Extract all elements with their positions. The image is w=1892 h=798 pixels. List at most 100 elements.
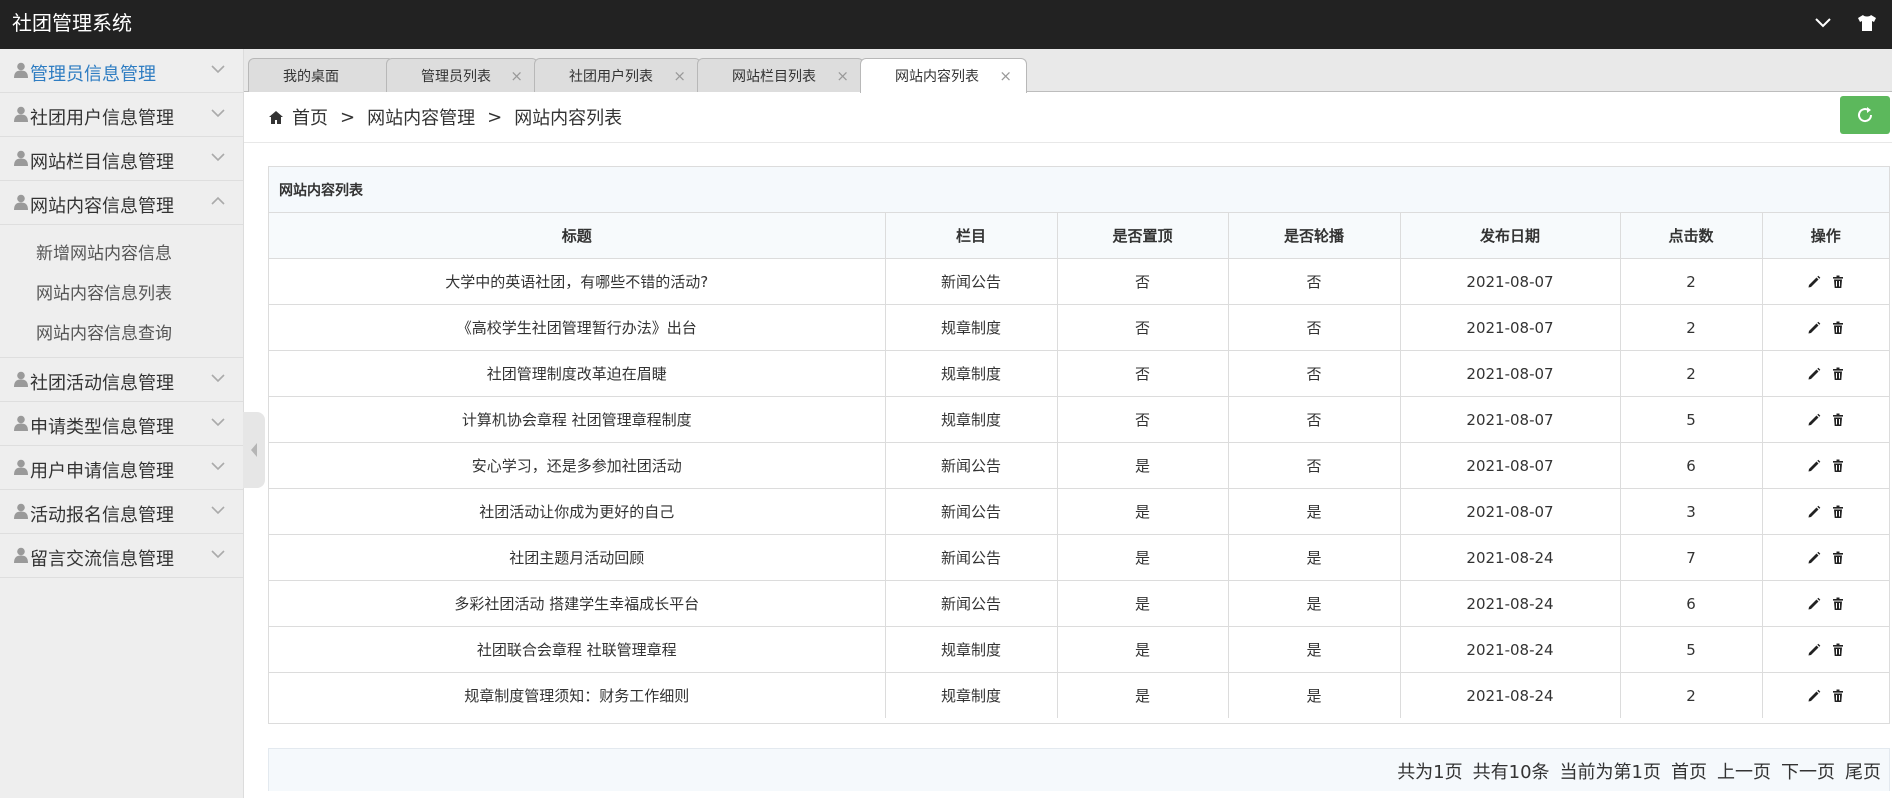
edit-icon[interactable] <box>1807 367 1821 381</box>
table-row: 《高校学生社团管理暂行办法》出台 规章制度否否 2021-08-07 2 <box>269 304 1889 351</box>
sidebar-item[interactable]: 管理员信息管理 <box>0 49 243 93</box>
pager-first-link[interactable]: 首页 <box>1671 758 1707 784</box>
sidebar-item[interactable]: 网站内容信息管理 <box>0 181 243 225</box>
tab[interactable]: 网站栏目列表 × <box>697 58 864 92</box>
sidebar-item-label: 管理员信息管理 <box>30 64 156 85</box>
edit-icon[interactable] <box>1807 459 1821 473</box>
cell-carousel: 是 <box>1228 534 1401 581</box>
tab[interactable]: 社团用户列表 × <box>534 58 701 92</box>
cell-carousel: 是 <box>1228 626 1401 673</box>
sidebar-item[interactable]: 申请类型信息管理 <box>0 402 243 446</box>
sidebar-subitem[interactable]: 新增网站内容信息 <box>0 231 243 271</box>
cell-date: 2021-08-07 <box>1400 258 1621 305</box>
cell-title: 社团活动让你成为更好的自己 <box>269 488 886 535</box>
chevron-down-icon[interactable] <box>1812 12 1834 34</box>
pager-next-link[interactable]: 下一页 <box>1781 758 1835 784</box>
refresh-button[interactable] <box>1840 96 1890 134</box>
edit-icon[interactable] <box>1807 505 1821 519</box>
cell-category: 新闻公告 <box>885 580 1058 627</box>
table-row: 社团活动让你成为更好的自己 新闻公告是是 2021-08-07 3 <box>269 488 1889 535</box>
close-icon[interactable]: × <box>999 67 1012 85</box>
edit-icon[interactable] <box>1807 275 1821 289</box>
delete-icon[interactable] <box>1831 459 1845 473</box>
tab-label: 管理员列表 <box>421 68 491 85</box>
cell-clicks: 2 <box>1620 350 1763 397</box>
sidebar-subitem[interactable]: 网站内容信息查询 <box>0 311 243 351</box>
cell-top: 是 <box>1057 442 1229 489</box>
cell-top: 是 <box>1057 488 1229 535</box>
close-icon[interactable]: × <box>836 67 849 85</box>
sidebar-item[interactable]: 用户申请信息管理 <box>0 446 243 490</box>
pager-total-rows: 共有10条 <box>1472 762 1550 783</box>
sidebar-item[interactable]: 留言交流信息管理 <box>0 534 243 578</box>
sidebar-item-label: 网站内容信息管理 <box>30 196 174 217</box>
edit-icon[interactable] <box>1807 643 1821 657</box>
close-icon[interactable]: × <box>673 67 686 85</box>
shirt-icon[interactable] <box>1856 12 1878 34</box>
cell-category: 规章制度 <box>885 304 1058 351</box>
delete-icon[interactable] <box>1831 413 1845 427</box>
delete-icon[interactable] <box>1831 551 1845 565</box>
sidebar-item-label: 社团用户信息管理 <box>30 108 174 129</box>
chevron-down-icon <box>211 153 225 162</box>
edit-icon[interactable] <box>1807 551 1821 565</box>
cell-date: 2021-08-24 <box>1400 580 1621 627</box>
edit-icon[interactable] <box>1807 413 1821 427</box>
user-icon <box>14 62 28 78</box>
sidebar-subitem[interactable]: 网站内容信息列表 <box>0 271 243 311</box>
breadcrumb-level2: 网站内容列表 <box>514 108 623 129</box>
delete-icon[interactable] <box>1831 689 1845 703</box>
column-header: 是否置顶 <box>1057 213 1229 259</box>
chevron-left-icon <box>251 443 257 457</box>
cell-carousel: 否 <box>1228 396 1401 443</box>
divider <box>244 142 1892 143</box>
tab[interactable]: 网站内容列表 × <box>860 58 1027 93</box>
delete-icon[interactable] <box>1831 367 1845 381</box>
cell-category: 规章制度 <box>885 396 1058 443</box>
cell-top: 是 <box>1057 672 1229 718</box>
tab[interactable]: 我的桌面 <box>248 58 394 92</box>
delete-icon[interactable] <box>1831 275 1845 289</box>
delete-icon[interactable] <box>1831 321 1845 335</box>
pager-prev-link[interactable]: 上一页 <box>1717 758 1771 784</box>
close-icon[interactable]: × <box>510 67 523 85</box>
user-icon <box>14 503 28 519</box>
cell-clicks: 6 <box>1620 580 1763 627</box>
refresh-icon <box>1858 107 1873 123</box>
content-table: 标题 栏目 是否置顶 是否轮播 发布日期 点击数 操作 大学中的英语社团，有哪些不错的活动?… <box>269 213 1889 718</box>
tab[interactable]: 管理员列表 × <box>386 58 538 92</box>
cell-actions <box>1762 304 1889 351</box>
tab-label: 网站内容列表 <box>895 69 979 85</box>
breadcrumb-home[interactable]: 首页 <box>292 104 328 130</box>
cell-actions <box>1762 534 1889 581</box>
table-row: 安心学习，还是多参加社团活动 新闻公告是否 2021-08-07 6 <box>269 442 1889 489</box>
sidebar-item[interactable]: 活动报名信息管理 <box>0 490 243 534</box>
delete-icon[interactable] <box>1831 643 1845 657</box>
cell-carousel: 是 <box>1228 580 1401 627</box>
cell-category: 规章制度 <box>885 626 1058 673</box>
delete-icon[interactable] <box>1831 597 1845 611</box>
table-row: 多彩社团活动 搭建学生幸福成长平台 新闻公告是是 2021-08-24 6 <box>269 580 1889 627</box>
pager-last-link[interactable]: 尾页 <box>1845 758 1881 784</box>
edit-icon[interactable] <box>1807 321 1821 335</box>
edit-icon[interactable] <box>1807 689 1821 703</box>
sidebar-item[interactable]: 社团活动信息管理 <box>0 358 243 402</box>
sidebar-item[interactable]: 社团用户信息管理 <box>0 93 243 137</box>
cell-clicks: 5 <box>1620 396 1763 443</box>
delete-icon[interactable] <box>1831 505 1845 519</box>
pager-total-pages: 共为1页 <box>1397 762 1463 783</box>
tab-label: 我的桌面 <box>283 68 339 85</box>
tab-bar: 我的桌面 管理员列表 × 社团用户列表 × 网站栏目列表 × 网站内容列表 × <box>244 49 1892 93</box>
chevron-down-icon <box>211 374 225 383</box>
table-row: 计算机协会章程 社团管理章程制度 规章制度否否 2021-08-07 5 <box>269 396 1889 443</box>
cell-date: 2021-08-24 <box>1400 626 1621 673</box>
cell-top: 是 <box>1057 626 1229 673</box>
sidebar-collapse-handle[interactable] <box>243 412 265 488</box>
sidebar-item[interactable]: 网站栏目信息管理 <box>0 137 243 181</box>
cell-clicks: 5 <box>1620 626 1763 673</box>
cell-top: 否 <box>1057 304 1229 351</box>
cell-clicks: 2 <box>1620 258 1763 305</box>
pagination: 共为1页 共有10条 当前为第1页 首页 上一页 下一页 尾页 <box>268 748 1890 791</box>
breadcrumb: 首页 > 网站内容管理 > 网站内容列表 <box>268 104 622 130</box>
edit-icon[interactable] <box>1807 597 1821 611</box>
